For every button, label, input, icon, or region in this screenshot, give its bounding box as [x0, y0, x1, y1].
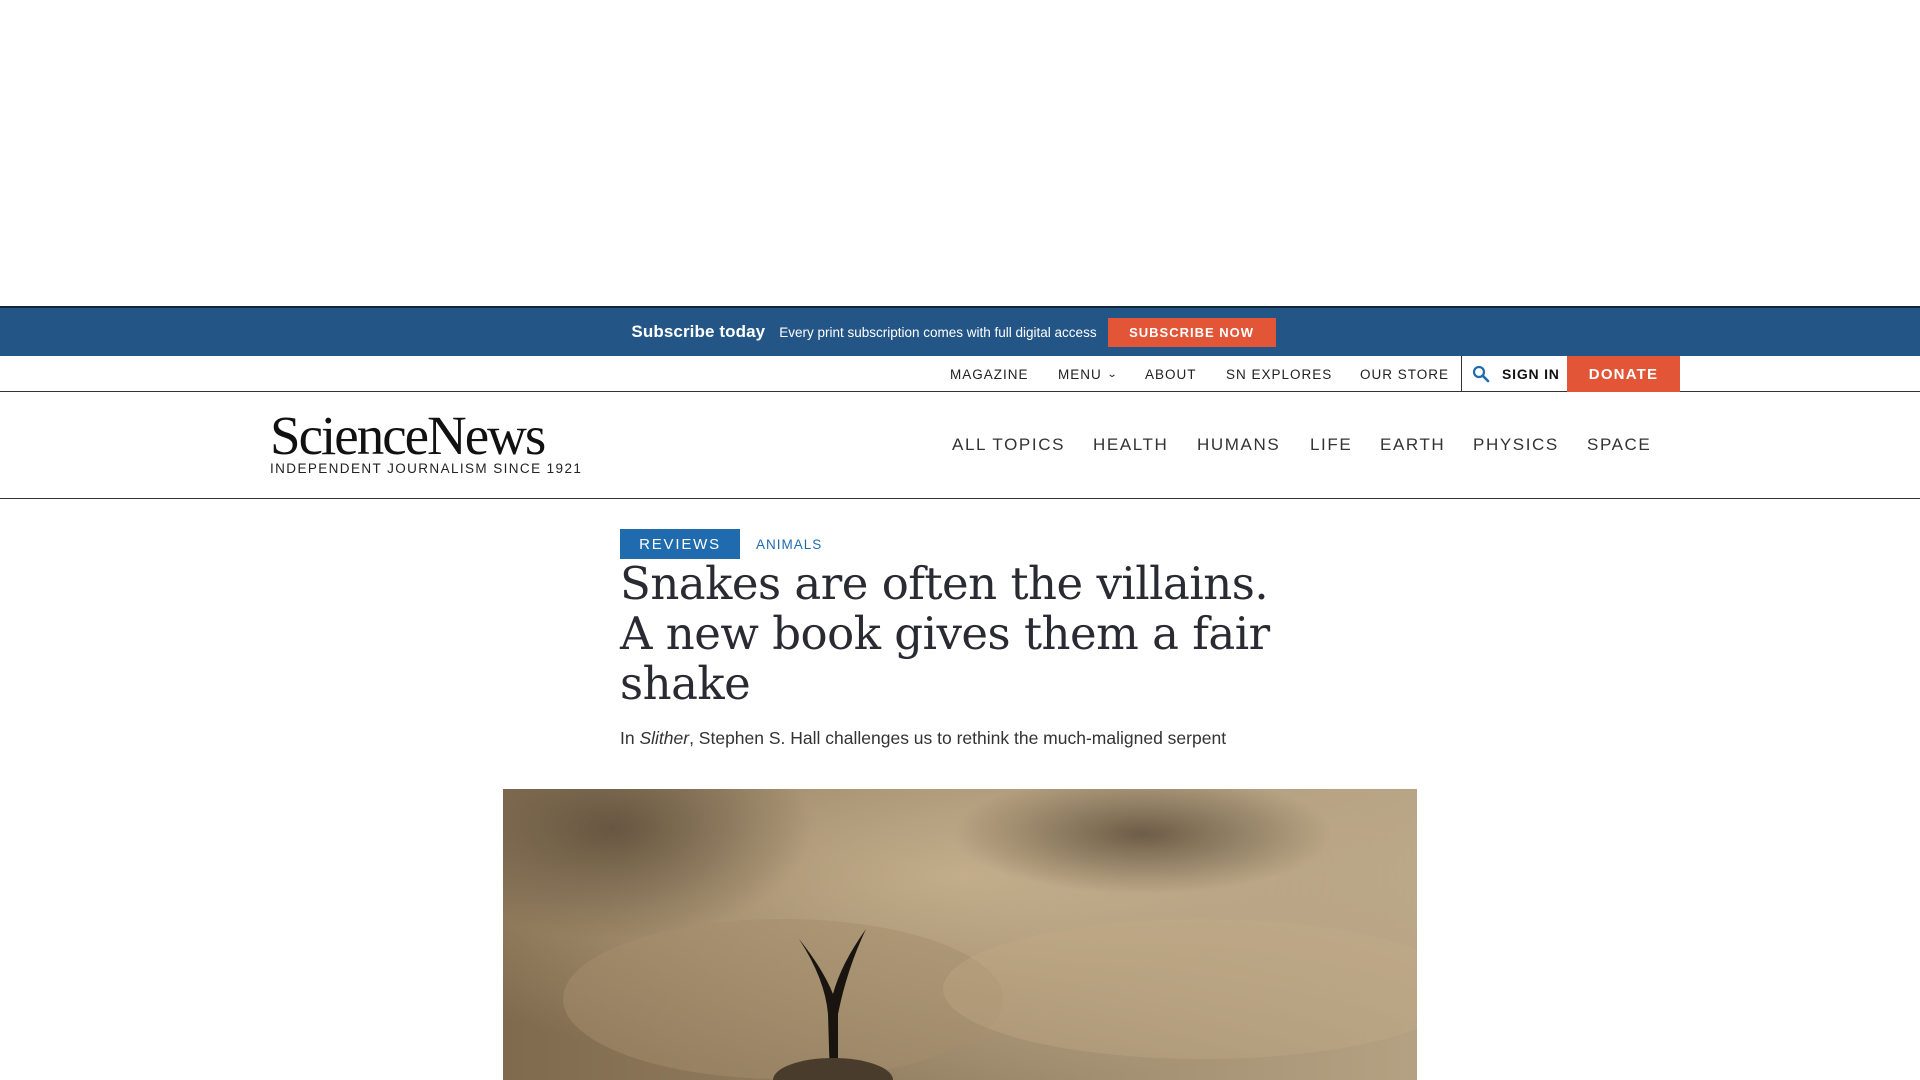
nav-sn-explores-link[interactable]: SN EXPLORES: [1226, 356, 1332, 392]
dek-book-title: Slither: [639, 728, 690, 748]
ad-space: [0, 0, 1920, 306]
nav-about-link[interactable]: ABOUT: [1145, 356, 1197, 392]
nav-life[interactable]: LIFE: [1310, 392, 1352, 498]
nav-about-label: ABOUT: [1145, 366, 1197, 382]
utility-divider: [1461, 356, 1462, 392]
subscribe-now-button[interactable]: SUBSCRIBE NOW: [1107, 317, 1276, 347]
nav-menu-label: MENU: [1058, 366, 1102, 382]
subscribe-title: Subscribe today: [631, 322, 766, 341]
subscribe-bar: Subscribe today Every print subscription…: [0, 306, 1920, 356]
nav-our-store-link[interactable]: OUR STORE: [1360, 356, 1449, 392]
topic-link-animals[interactable]: ANIMALS: [756, 529, 822, 559]
snake-photo: [503, 789, 1417, 1080]
utility-nav: MAGAZINE MENU ⌄ ABOUT SN EXPLORES OUR ST…: [0, 356, 1920, 392]
nav-sn-explores-label: SN EXPLORES: [1226, 366, 1333, 382]
chevron-down-icon: ⌄: [1106, 368, 1119, 380]
dek-suffix: , Stephen S. Hall challenges us to rethi…: [689, 728, 1227, 748]
subscribe-description: Every print subscription comes with full…: [779, 324, 1097, 340]
nav-magazine-label: MAGAZINE: [950, 366, 1029, 382]
site-tagline: INDEPENDENT JOURNALISM SINCE 1921: [270, 461, 583, 476]
nav-physics[interactable]: PHYSICS: [1473, 392, 1559, 498]
donate-button[interactable]: DONATE: [1567, 356, 1680, 392]
nav-health[interactable]: HEALTH: [1093, 392, 1168, 498]
nav-magazine-link[interactable]: MAGAZINE: [950, 356, 1029, 392]
search-icon[interactable]: [1472, 365, 1490, 383]
dek-prefix: In: [620, 728, 640, 748]
hero-image: [503, 789, 1417, 1080]
sign-in-link[interactable]: SIGN IN: [1502, 356, 1560, 392]
category-badge-reviews[interactable]: REVIEWS: [620, 529, 740, 559]
nav-humans[interactable]: HUMANS: [1197, 392, 1280, 498]
masthead: ScienceNews INDEPENDENT JOURNALISM SINCE…: [0, 392, 1920, 499]
nav-our-store-label: OUR STORE: [1360, 366, 1450, 382]
nav-space[interactable]: SPACE: [1587, 392, 1651, 498]
article-headline: Snakes are often the villains. A new boo…: [620, 557, 1270, 710]
nav-all-topics[interactable]: ALL TOPICS: [952, 392, 1065, 498]
nav-earth[interactable]: EARTH: [1380, 392, 1445, 498]
nav-menu-button[interactable]: MENU ⌄: [1058, 356, 1117, 392]
subscribe-bar-content: Subscribe today Every print subscription…: [631, 317, 1276, 347]
site-logo[interactable]: ScienceNews: [270, 408, 546, 463]
article-dek: In Slither, Stephen S. Hall challenges u…: [620, 728, 1320, 749]
